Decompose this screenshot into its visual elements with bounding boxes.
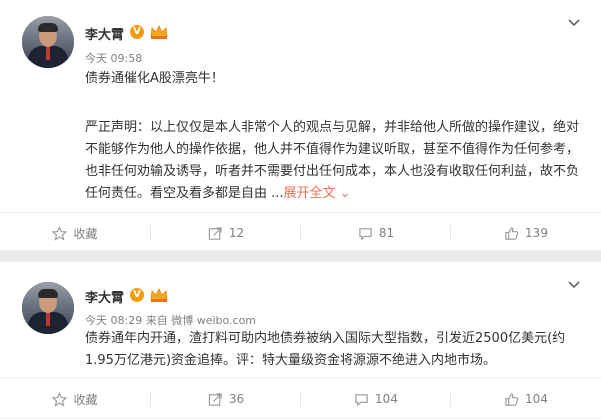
comment-count: 81 <box>378 226 395 240</box>
expand-link[interactable]: 展开全文 <box>284 186 336 201</box>
post-meta: 今天 08:29 来自 微博 weibo.com <box>85 312 256 328</box>
star-icon <box>52 225 68 241</box>
favorite-label: 收藏 <box>73 392 98 407</box>
favorite-button[interactable]: 收藏 <box>0 213 150 253</box>
like-count: 104 <box>525 392 548 406</box>
post-disclaimer: 严正声明：以上仅仅是本人非常个人的观点与见解，并非给他人所做的操作建议，绝对不能… <box>85 117 585 205</box>
action-bar: 收藏 12 81 139 <box>0 212 601 252</box>
repost-button[interactable]: 36 <box>151 379 301 419</box>
favorite-label: 收藏 <box>73 226 98 241</box>
verified-badge-icon: V <box>130 288 144 302</box>
comment-icon <box>355 393 368 406</box>
chevron-down-icon[interactable] <box>567 278 581 292</box>
like-button[interactable]: 139 <box>451 213 601 253</box>
repost-count: 12 <box>228 226 245 240</box>
vip-crown-icon[interactable] <box>150 288 168 302</box>
comment-count: 104 <box>375 392 398 406</box>
action-bar: 收藏 36 104 104 <box>0 378 601 418</box>
comment-icon <box>359 227 372 240</box>
post-text: 债券通催化A股漂亮牛！ <box>85 71 224 86</box>
avatar[interactable] <box>22 16 74 68</box>
thumbs-up-icon <box>505 226 519 240</box>
weibo-post-1: 李大霄 V 今天 09:58 债券通催化A股漂亮牛！ 严正声明：以上仅仅是本人非… <box>0 0 601 250</box>
favorite-button[interactable]: 收藏 <box>0 379 150 419</box>
weibo-post-2: 李大霄 V 今天 08:29 来自 微博 weibo.com 债券通年内开通，渣… <box>0 262 601 418</box>
comment-button[interactable]: 81 <box>301 213 451 253</box>
author-name[interactable]: 李大霄 <box>85 287 124 306</box>
author-name[interactable]: 李大霄 <box>85 24 124 43</box>
post-source[interactable]: 来自 微博 weibo.com <box>146 314 256 327</box>
repost-button[interactable]: 12 <box>151 213 301 253</box>
repost-icon <box>208 226 222 240</box>
post-time[interactable]: 今天 09:58 <box>85 50 142 66</box>
like-button[interactable]: 104 <box>451 379 601 419</box>
verified-badge-icon: V <box>130 25 144 39</box>
repost-count: 36 <box>228 392 245 406</box>
repost-icon <box>208 392 222 406</box>
star-icon <box>52 391 68 407</box>
post-text: 债券通年内开通，渣打料可助内地债券被纳入国际大型指数，引发近2500亿美元(约1… <box>85 331 566 368</box>
like-count: 139 <box>525 226 548 240</box>
comment-button[interactable]: 104 <box>301 379 451 419</box>
vip-crown-icon[interactable] <box>150 25 168 39</box>
post-time[interactable]: 今天 08:29 <box>85 314 142 327</box>
avatar[interactable] <box>22 282 74 334</box>
thumbs-up-icon <box>505 392 519 406</box>
expand-chevron-icon[interactable]: ⌄ <box>336 186 351 201</box>
chevron-down-icon[interactable] <box>567 16 581 30</box>
